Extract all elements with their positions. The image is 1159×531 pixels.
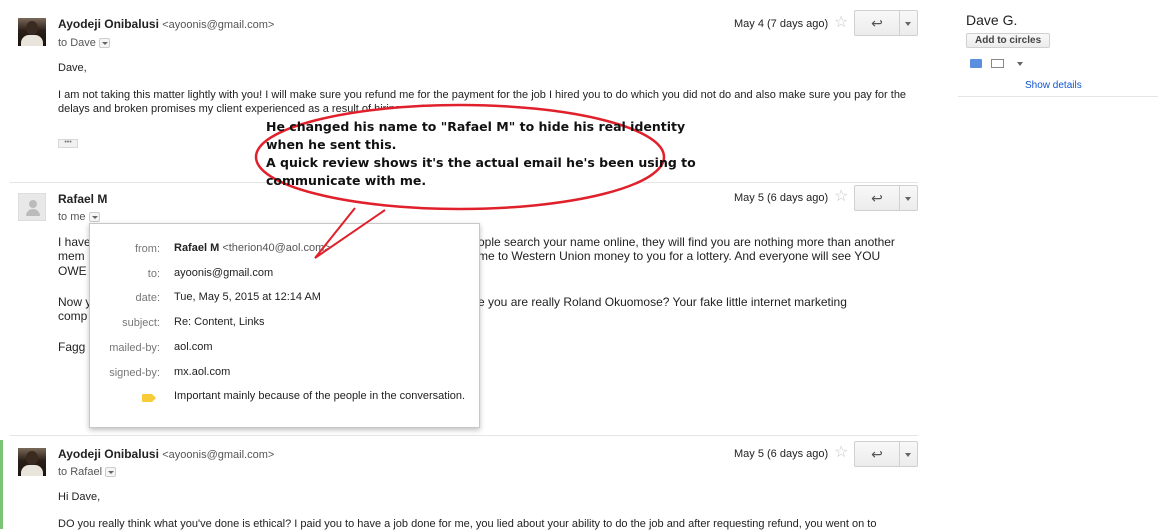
signed-by-label: signed-by:: [109, 367, 160, 379]
star-icon[interactable]: ☆: [834, 189, 848, 205]
message-2-recipients[interactable]: to me: [58, 211, 100, 223]
avatar: [18, 193, 46, 221]
message-2-reply-group: ↩: [854, 185, 918, 211]
show-details-link[interactable]: Show details: [1025, 80, 1082, 91]
from-email: <therion40@aol.com>: [222, 242, 331, 254]
from-value: Rafael M <therion40@aol.com>: [174, 242, 331, 254]
sender-email: <ayoonis@gmail.com>: [162, 19, 275, 31]
annotation-line: communicate with me.: [266, 173, 427, 188]
reply-button[interactable]: ↩: [855, 442, 900, 466]
sender-name: Ayodeji Onibalusi: [58, 447, 159, 461]
message-3-reply-group: ↩: [854, 441, 918, 467]
sender-name: Rafael M: [58, 192, 108, 206]
reply-arrow-icon: ↩: [871, 190, 883, 206]
message-2-body-line: me to Western Union money to you for a l…: [478, 249, 881, 263]
from-name: Rafael M: [174, 242, 220, 254]
message-1-date: May 4 (7 days ago): [734, 18, 829, 30]
sender-name: Ayodeji Onibalusi: [58, 17, 159, 31]
message-1-body-line: I am not taking this matter lightly with…: [58, 89, 907, 101]
annotation-line: He changed his name to "Rafael M" to hid…: [266, 119, 686, 134]
message-divider: [10, 182, 918, 183]
from-label: from:: [134, 243, 160, 255]
reply-arrow-icon: ↩: [871, 446, 883, 462]
subject-label: subject:: [122, 317, 160, 329]
message-3-greeting: Hi Dave,: [58, 491, 101, 503]
message-2-body-fragment: mem: [58, 249, 85, 263]
message-2-body-fragment: Now y: [58, 295, 92, 309]
contact-panel-divider: [958, 96, 1158, 97]
add-to-circles-button[interactable]: Add to circles: [966, 33, 1051, 48]
message-2-body-line: e you are really Roland Okuomose? Your f…: [478, 295, 847, 309]
message-1-greeting: Dave,: [58, 62, 87, 74]
message-2-body-fragment: OWE: [58, 264, 87, 278]
date-label: date:: [135, 292, 160, 304]
show-trimmed-content-button[interactable]: •••: [58, 139, 78, 148]
chevron-down-icon[interactable]: [1017, 62, 1023, 66]
avatar: [18, 448, 46, 476]
annotation-line: when he sent this.: [266, 137, 397, 152]
chevron-down-icon[interactable]: [98, 38, 110, 49]
message-1-reply-group: ↩: [854, 10, 918, 36]
message-3-sender[interactable]: Ayodeji Onibalusi <ayoonis@gmail.com>: [58, 447, 274, 461]
message-2-body-fragment: Fagg: [58, 340, 86, 354]
mailed-by-value: aol.com: [174, 341, 213, 353]
to-label: to Dave: [58, 37, 96, 49]
message-2-date: May 5 (6 days ago): [734, 192, 829, 204]
reply-arrow-icon: ↩: [871, 15, 883, 31]
importance-reason: Important mainly because of the people i…: [174, 390, 466, 402]
annotation-line: A quick review shows it's the actual ema…: [266, 155, 696, 170]
contact-name: Dave G.: [966, 12, 1018, 28]
message-2-body-fragment: comp: [58, 309, 88, 323]
message-2-sender[interactable]: Rafael M: [58, 192, 107, 206]
message-3-recipients[interactable]: to Rafael: [58, 466, 117, 478]
sender-email: <ayoonis@gmail.com>: [162, 449, 275, 461]
message-divider: [10, 435, 918, 436]
to-label: to me: [58, 211, 86, 223]
star-icon[interactable]: ☆: [834, 445, 848, 461]
to-value: ayoonis@gmail.com: [174, 267, 274, 279]
message-2-body-fragment: I have: [58, 235, 91, 249]
more-options-button[interactable]: [900, 11, 917, 35]
more-options-button[interactable]: [900, 186, 917, 210]
mailed-by-label: mailed-by:: [109, 342, 160, 354]
more-options-button[interactable]: [900, 442, 917, 466]
email-icon[interactable]: [991, 59, 1004, 68]
date-value: Tue, May 5, 2015 at 12:14 AM: [174, 291, 321, 303]
message-2-body-line: ople search your name online, they will …: [478, 235, 895, 249]
left-edge-strip: [0, 440, 3, 529]
chat-icon[interactable]: [970, 59, 982, 68]
message-1-body-line: delays and broken promises my client exp…: [58, 103, 425, 115]
to-label: to:: [147, 268, 160, 280]
star-icon[interactable]: ☆: [834, 15, 848, 31]
avatar: [18, 18, 46, 46]
chevron-down-icon[interactable]: [88, 212, 100, 223]
chevron-down-icon[interactable]: [105, 467, 117, 478]
signed-by-value: mx.aol.com: [174, 366, 231, 378]
reply-button[interactable]: ↩: [855, 186, 900, 210]
to-label: to Rafael: [58, 466, 103, 478]
message-3-date: May 5 (6 days ago): [734, 448, 829, 460]
subject-value: Re: Content, Links: [174, 316, 265, 328]
importance-marker-icon: [142, 394, 156, 402]
message-1-recipients[interactable]: to Dave: [58, 37, 110, 49]
reply-button[interactable]: ↩: [855, 11, 900, 35]
message-details-popup: from: Rafael M <therion40@aol.com> to: a…: [89, 223, 480, 428]
message-1-sender[interactable]: Ayodeji Onibalusi <ayoonis@gmail.com>: [58, 17, 274, 31]
